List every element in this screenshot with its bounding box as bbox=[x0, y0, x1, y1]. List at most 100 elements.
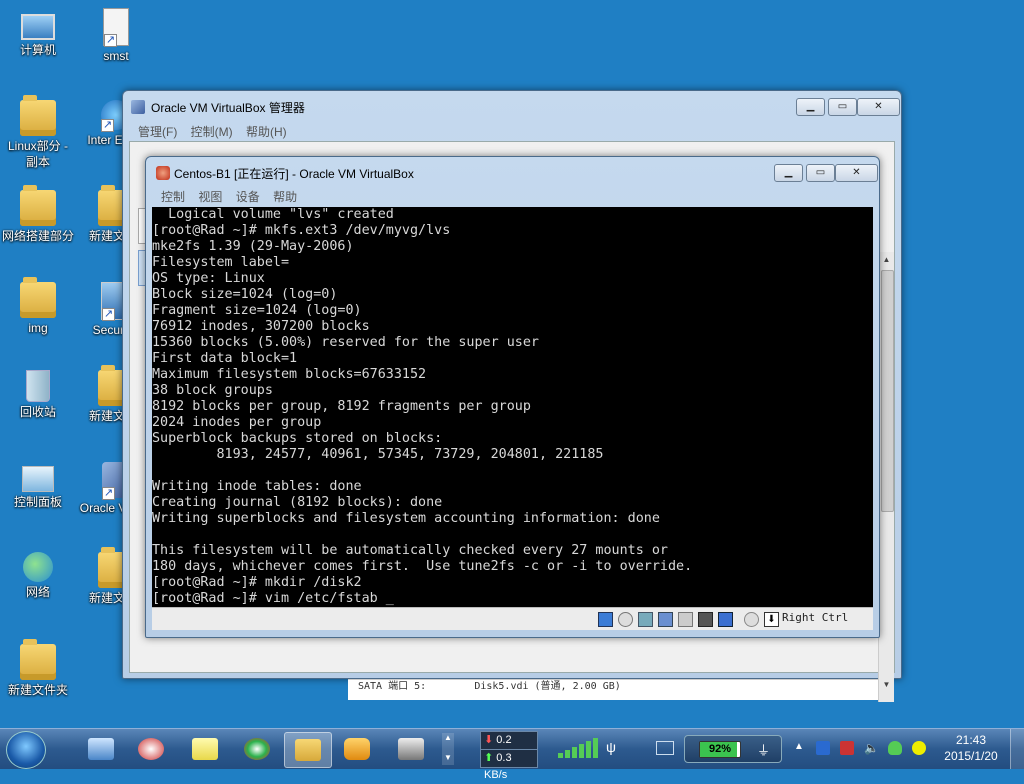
terminal-line: First data block=1 bbox=[152, 351, 298, 366]
menu-control[interactable]: 控制 bbox=[161, 190, 185, 204]
taskbar-item-remote[interactable] bbox=[78, 732, 124, 766]
desktop-icon-new-folder[interactable]: 新建文件夹 bbox=[1, 639, 75, 698]
network-tool-icon bbox=[138, 738, 164, 760]
taskbar-item-virtualbox[interactable] bbox=[334, 732, 380, 766]
file-icon bbox=[103, 8, 129, 47]
hard-disk-icon[interactable] bbox=[598, 612, 613, 627]
desktop-icon-computer[interactable]: 计算机 bbox=[1, 8, 75, 58]
clock-date: 2015/1/20 bbox=[944, 749, 998, 763]
keyboard-icon[interactable] bbox=[656, 741, 674, 755]
shared-folder-icon[interactable] bbox=[678, 612, 693, 627]
terminal-line: Fragment size=1024 (log=0) bbox=[152, 303, 362, 318]
folder-icon bbox=[295, 739, 321, 761]
terminal-line: 8192 blocks per group, 8192 fragments pe… bbox=[152, 399, 531, 414]
terminal-line: Filesystem label= bbox=[152, 255, 290, 270]
show-hidden-icons-arrow-icon[interactable]: ▲ bbox=[794, 741, 804, 752]
storage-detail-row: SATA 端口 5: Disk5.vdi (普通, 2.00 GB) bbox=[348, 679, 888, 700]
mouse-integration-icon[interactable] bbox=[744, 612, 759, 627]
start-button[interactable] bbox=[6, 731, 46, 769]
desktop-icon-control-panel[interactable]: 控制面板 bbox=[1, 462, 75, 510]
taskbar-item-app7[interactable] bbox=[388, 732, 434, 766]
vm-window[interactable]: Centos-B1 [正在运行] - Oracle VM VirtualBox … bbox=[145, 156, 880, 638]
battery-widget[interactable]: 92% ⏚ bbox=[684, 735, 782, 763]
optical-drive-icon[interactable] bbox=[618, 612, 633, 627]
menu-manage[interactable]: 管理(F) bbox=[138, 125, 177, 139]
folder-icon bbox=[20, 639, 56, 680]
volume-icon[interactable]: 🔈 bbox=[864, 741, 879, 755]
desktop-icon-linux-copy[interactable]: Linux部分 - 副本 bbox=[1, 95, 75, 170]
desktop-icon-label: img bbox=[28, 321, 48, 335]
centos-vm-icon bbox=[156, 166, 170, 180]
clock[interactable]: 21:43 2015/1/20 bbox=[940, 732, 1002, 764]
terminal-line: [root@Rad ~]# mkdir /disk2 bbox=[152, 575, 362, 590]
terminal-line: 8193, 24577, 40961, 57345, 73729, 204801… bbox=[152, 447, 604, 462]
menu-view[interactable]: 视图 bbox=[198, 190, 222, 204]
host-key-label: Right Ctrl bbox=[782, 611, 849, 624]
menu-bar: 控制 视图 设备 帮助 bbox=[161, 188, 307, 205]
menu-bar: 管理(F) 控制(M) 帮助(H) bbox=[138, 123, 297, 140]
terminal-line: [root@Rad ~]# vim /etc/fstab _ bbox=[152, 591, 394, 606]
desktop-icon-recycle-bin[interactable]: 回收站 bbox=[1, 370, 75, 420]
folder-icon bbox=[20, 277, 56, 318]
vm-console-terminal[interactable]: Logical volume "lvs" created [root@Rad ~]… bbox=[152, 207, 873, 607]
scrollbar-thumb[interactable] bbox=[881, 270, 894, 512]
taskbar-item-browser[interactable] bbox=[234, 732, 280, 766]
minimize-button[interactable]: ▁ bbox=[796, 98, 825, 116]
network-status-icon[interactable] bbox=[840, 741, 854, 755]
taskbar-scroll-arrows-icon[interactable]: ▲ ▼ bbox=[442, 733, 454, 765]
desktop-icon-img[interactable]: img bbox=[1, 277, 75, 336]
desktop-icon-smst[interactable]: smst bbox=[79, 8, 153, 64]
virtualbox-icon bbox=[344, 738, 370, 760]
action-center-icon[interactable] bbox=[816, 741, 830, 755]
desktop-icon-network[interactable]: 网络 bbox=[1, 552, 75, 600]
terminal-line: Superblock backups stored on blocks: bbox=[152, 431, 443, 446]
window-title: Centos-B1 [正在运行] - Oracle VM VirtualBox bbox=[174, 167, 414, 181]
window-title: Oracle VM VirtualBox 管理器 bbox=[151, 101, 305, 115]
close-button[interactable]: ✕ bbox=[835, 164, 878, 182]
virtualization-icon[interactable] bbox=[718, 612, 733, 627]
scroll-up-arrow-icon[interactable]: ▲ bbox=[879, 252, 894, 267]
tool-icon bbox=[398, 738, 424, 760]
menu-help[interactable]: 帮助 bbox=[273, 190, 297, 204]
host-key-arrow-icon: ⬇ bbox=[764, 612, 779, 627]
terminal-line: This filesystem will be automatically ch… bbox=[152, 543, 668, 558]
security-shield-icon[interactable] bbox=[888, 741, 902, 755]
signal-strength-icon[interactable] bbox=[556, 737, 600, 759]
wireless-antenna-icon[interactable]: ψ bbox=[606, 739, 616, 755]
power-plug-icon: ⏚ bbox=[757, 743, 771, 758]
terminal-line: OS type: Linux bbox=[152, 271, 265, 286]
usb-icon[interactable] bbox=[638, 612, 653, 627]
download-arrow-icon: ⬇ bbox=[484, 734, 494, 746]
desktop-icon-network-setup[interactable]: 网络搭建部分 bbox=[1, 185, 75, 244]
taskbar-item-app2[interactable] bbox=[128, 732, 174, 766]
taskbar-item-explorer[interactable] bbox=[284, 732, 332, 768]
show-desktop-button[interactable] bbox=[1010, 729, 1024, 769]
scroll-down-arrow-icon[interactable]: ▼ bbox=[879, 677, 894, 692]
update-icon[interactable] bbox=[912, 741, 926, 755]
terminal-line: 180 days, whichever comes first. Use tun… bbox=[152, 559, 693, 574]
folder-icon bbox=[20, 185, 56, 226]
terminal-line: mke2fs 1.39 (29-May-2006) bbox=[152, 239, 354, 254]
network-adapter-icon[interactable] bbox=[658, 612, 673, 627]
sticky-notes-icon bbox=[192, 738, 218, 760]
menu-control[interactable]: 控制(M) bbox=[191, 125, 233, 139]
terminal-line: Block size=1024 (log=0) bbox=[152, 287, 338, 302]
menu-help[interactable]: 帮助(H) bbox=[246, 125, 287, 139]
display-icon[interactable] bbox=[698, 612, 713, 627]
battery-gauge: 92% bbox=[699, 741, 741, 758]
maximize-button[interactable]: ▭ bbox=[828, 98, 857, 116]
menu-devices[interactable]: 设备 bbox=[236, 190, 260, 204]
minimize-button[interactable]: ▁ bbox=[774, 164, 803, 182]
maximize-button[interactable]: ▭ bbox=[806, 164, 835, 182]
terminal-line: Writing inode tables: done bbox=[152, 479, 362, 494]
net-download-speed: ⬇ 0.2 KB/s bbox=[480, 731, 538, 763]
close-button[interactable]: ✕ bbox=[857, 98, 900, 116]
desktop-icon-label: 网络 bbox=[25, 585, 50, 599]
details-scrollbar[interactable]: ▲ ▼ bbox=[878, 252, 894, 702]
vm-status-bar: ⬇ Right Ctrl bbox=[152, 607, 873, 630]
battery-percent: 92% bbox=[708, 743, 732, 755]
taskbar-item-notes[interactable] bbox=[182, 732, 228, 766]
terminal-line: 38 block groups bbox=[152, 383, 273, 398]
